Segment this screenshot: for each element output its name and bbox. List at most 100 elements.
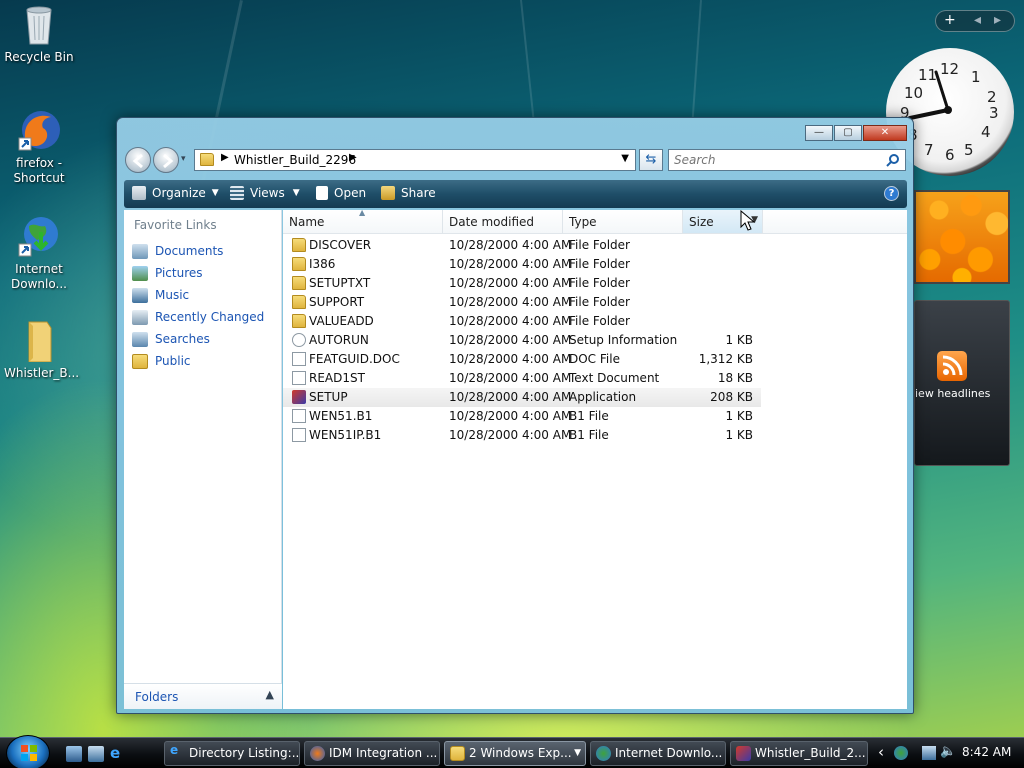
- open-icon: [316, 186, 328, 200]
- taskbar-clock[interactable]: 8:42 AM: [962, 745, 1011, 759]
- address-bar[interactable]: ▶ Whistler_Build_2296 ▶ ▼: [194, 149, 636, 171]
- taskbar-button-internet-download[interactable]: Internet Downlo...: [590, 741, 726, 766]
- slideshow-gadget[interactable]: [914, 190, 1010, 284]
- folders-toggle[interactable]: Folders ▲: [124, 683, 282, 709]
- add-gadget-button[interactable]: +: [944, 12, 956, 28]
- file-name: FEATGUID.DOC: [309, 352, 400, 366]
- file-type: Application: [569, 390, 637, 404]
- previous-gadgets-button[interactable]: ◂: [974, 12, 981, 28]
- address-history-dropdown[interactable]: ▼: [621, 153, 629, 164]
- wallpaper-streak: [520, 0, 535, 120]
- search-icon[interactable]: [886, 153, 900, 167]
- internet-explorer-icon[interactable]: e: [110, 744, 126, 762]
- file-row-wen51ip[interactable]: WEN51IP.B1 10/28/2000 4:00 AM B1 File 1 …: [283, 426, 761, 445]
- switch-windows-icon[interactable]: [88, 746, 104, 762]
- file-type: B1 File: [569, 409, 609, 423]
- desktop-icon-internet-download-manager[interactable]: Internet Downlo...: [4, 214, 74, 292]
- desktop-icon-recycle-bin[interactable]: Recycle Bin: [4, 2, 74, 65]
- nav-link-public[interactable]: Public: [132, 351, 191, 371]
- taskbar: e e Directory Listing:... IDM Integratio…: [0, 735, 1024, 768]
- pictures-icon: [132, 265, 148, 281]
- refresh-icon: ⇆: [645, 152, 657, 167]
- nav-link-pictures[interactable]: Pictures: [132, 263, 203, 283]
- show-desktop-icon[interactable]: [66, 746, 82, 762]
- file-name: SUPPORT: [309, 295, 365, 309]
- desktop-icon-firefox[interactable]: firefox - Shortcut: [4, 108, 74, 186]
- breadcrumb-current-folder[interactable]: Whistler_Build_2296: [234, 153, 356, 167]
- search-box[interactable]: [668, 149, 906, 171]
- back-button[interactable]: [125, 147, 151, 173]
- folder-icon: [292, 238, 306, 252]
- taskbar-button-directory-listing[interactable]: e Directory Listing:...: [164, 741, 300, 766]
- folder-icon: [292, 314, 306, 328]
- organize-menu-button[interactable]: Organize ▼: [132, 186, 219, 200]
- folder-icon: [17, 318, 61, 363]
- recent-pages-dropdown[interactable]: ▾: [181, 154, 186, 164]
- forward-button[interactable]: [153, 147, 179, 173]
- file-row-featguid[interactable]: FEATGUID.DOC 10/28/2000 4:00 AM DOC File…: [283, 350, 761, 369]
- views-icon: [230, 186, 244, 200]
- maximize-button[interactable]: ▢: [834, 125, 862, 141]
- desktop-icon-label: Internet Downlo...: [11, 262, 67, 291]
- taskbar-button-idm-integration[interactable]: IDM Integration ...: [304, 741, 440, 766]
- file-name: READ1ST: [309, 371, 365, 385]
- feed-headlines-gadget[interactable]: iew headlines: [914, 300, 1010, 466]
- column-header-filler: [763, 210, 907, 234]
- share-label: Share: [401, 186, 436, 200]
- file-size: 1 KB: [725, 428, 753, 442]
- taskbar-button-whistler-build[interactable]: Whistler_Build_2...: [730, 741, 868, 766]
- folder-icon: [292, 257, 306, 271]
- file-list: Name ▲ Date modified Type Size ▼ DISCOVE…: [283, 208, 907, 709]
- show-hidden-icons-button[interactable]: ‹: [878, 743, 884, 761]
- desktop-icon-whistler-folder[interactable]: Whistler_B...: [4, 318, 79, 381]
- nav-link-documents[interactable]: Documents: [132, 241, 223, 261]
- nav-link-music[interactable]: Music: [132, 285, 189, 305]
- help-button[interactable]: ?: [884, 186, 899, 201]
- file-date: 10/28/2000 4:00 AM: [449, 314, 572, 328]
- taskbar-button-windows-explorer[interactable]: 2 Windows Exp... ▼: [444, 741, 586, 766]
- nav-link-recently-changed[interactable]: Recently Changed: [132, 307, 264, 327]
- file-row-setuptxt[interactable]: SETUPTXT 10/28/2000 4:00 AM File Folder: [283, 274, 761, 293]
- file-row-discover[interactable]: DISCOVER 10/28/2000 4:00 AM File Folder: [283, 236, 761, 255]
- breadcrumb-separator-icon[interactable]: ▶: [349, 152, 357, 163]
- column-header-date-modified[interactable]: Date modified: [443, 210, 563, 234]
- file-size: 1 KB: [725, 333, 753, 347]
- file-row-wen51[interactable]: WEN51.B1 10/28/2000 4:00 AM B1 File 1 KB: [283, 407, 761, 426]
- file-type: File Folder: [569, 257, 630, 271]
- view-headlines-link[interactable]: iew headlines: [915, 387, 990, 400]
- file-date: 10/28/2000 4:00 AM: [449, 333, 572, 347]
- column-header-label: Type: [569, 215, 597, 229]
- application-icon: [292, 390, 306, 404]
- file-date: 10/28/2000 4:00 AM: [449, 352, 572, 366]
- chevron-down-icon: ▼: [211, 188, 219, 198]
- file-row-valueadd[interactable]: VALUEADD 10/28/2000 4:00 AM File Folder: [283, 312, 761, 331]
- file-row-support[interactable]: SUPPORT 10/28/2000 4:00 AM File Folder: [283, 293, 761, 312]
- network-icon[interactable]: [922, 746, 936, 760]
- column-header-type[interactable]: Type: [563, 210, 683, 234]
- file-row-autorun[interactable]: AUTORUN 10/28/2000 4:00 AM Setup Informa…: [283, 331, 761, 350]
- open-button[interactable]: Open: [316, 186, 366, 200]
- views-menu-button[interactable]: Views ▼: [230, 186, 300, 200]
- breadcrumb-separator-icon[interactable]: ▶: [221, 152, 229, 163]
- volume-muted-icon[interactable]: 🔈: [940, 744, 956, 759]
- refresh-button[interactable]: ⇆: [639, 149, 663, 171]
- search-input[interactable]: [669, 150, 879, 170]
- chevron-down-icon: ▼: [292, 188, 300, 198]
- favorite-links-header: Favorite Links: [134, 218, 217, 232]
- file-row-setup[interactable]: SETUP 10/28/2000 4:00 AM Application 208…: [283, 388, 761, 407]
- file-row-read1st[interactable]: READ1ST 10/28/2000 4:00 AM Text Document…: [283, 369, 761, 388]
- column-header-name[interactable]: Name ▲: [283, 208, 443, 234]
- help-icon: ?: [888, 188, 895, 199]
- file-size: 1,312 KB: [698, 352, 753, 366]
- minimize-button[interactable]: —: [805, 125, 833, 141]
- share-button[interactable]: Share: [381, 186, 436, 200]
- folder-icon: [292, 295, 306, 309]
- open-label: Open: [334, 186, 367, 200]
- file-row-i386[interactable]: I386 10/28/2000 4:00 AM File Folder: [283, 255, 761, 274]
- close-button[interactable]: ✕: [863, 125, 907, 141]
- idm-tray-icon[interactable]: [894, 746, 908, 760]
- next-gadgets-button[interactable]: ▸: [994, 12, 1001, 28]
- file-date: 10/28/2000 4:00 AM: [449, 276, 572, 290]
- nav-link-searches[interactable]: Searches: [132, 329, 210, 349]
- start-button[interactable]: [6, 735, 50, 768]
